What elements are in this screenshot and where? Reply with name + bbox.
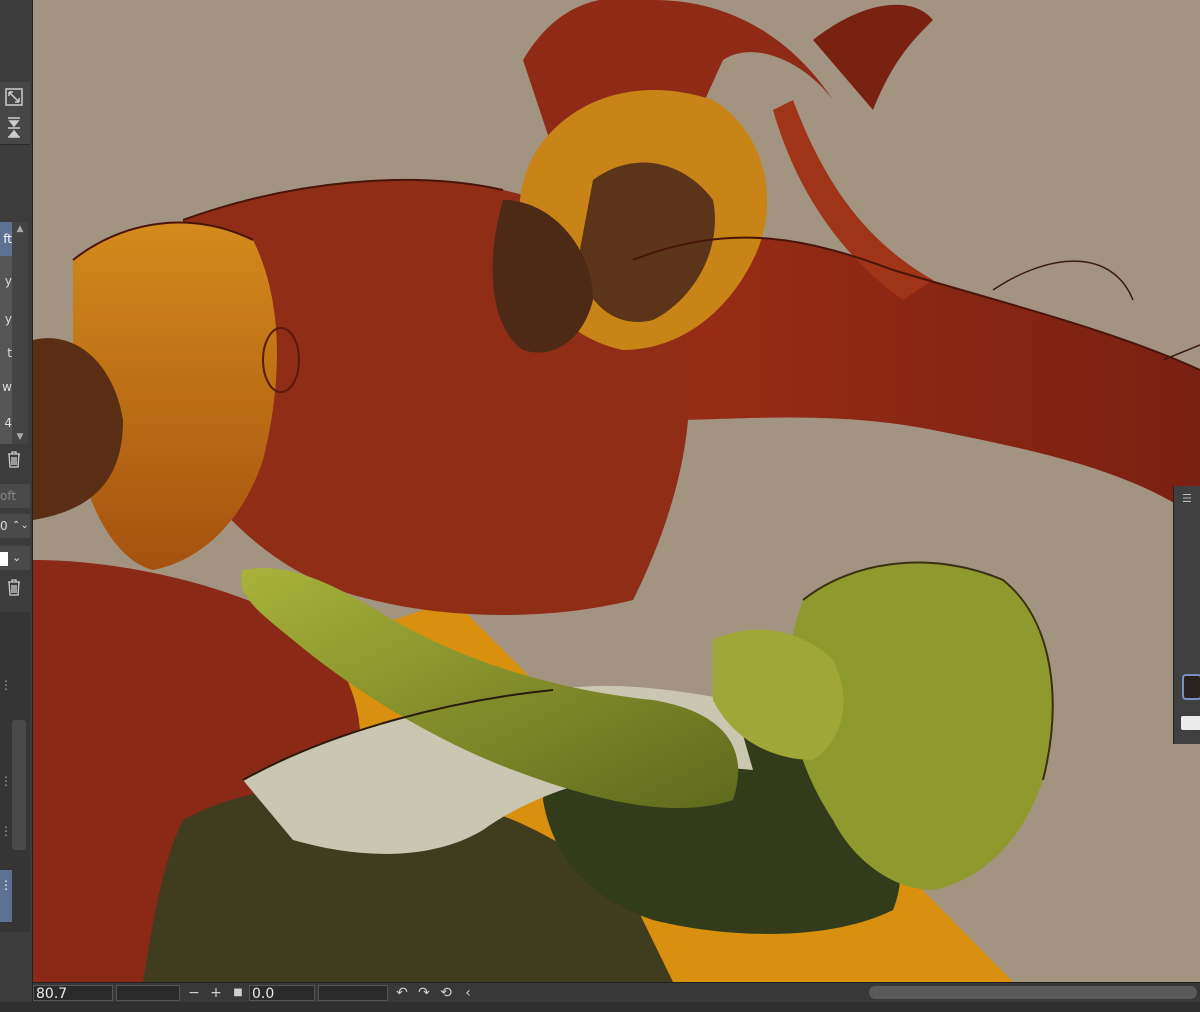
left-tool-panel: ft y y t w 4 ▲ ▼ oft 0 ⌃⌄ ⌄ ⋮ ⋮ ⋮ ⋮	[0, 0, 33, 1012]
drag-handle-icon[interactable]: ⋮	[0, 879, 12, 891]
stepper-value: 0	[0, 519, 8, 533]
layer-list: ft y y t w 4	[0, 222, 12, 444]
zoom-slider[interactable]	[116, 985, 180, 1001]
list-item[interactable]: ft	[0, 222, 12, 256]
list-item[interactable]: y	[0, 302, 12, 336]
expand-icon[interactable]	[4, 88, 24, 108]
drag-handle-icon[interactable]: ⋮	[0, 825, 12, 837]
layer-list-scrollbar[interactable]: ▲ ▼	[12, 222, 28, 444]
merge-down-icon[interactable]	[4, 116, 24, 138]
rotation-field[interactable]: 0.0	[249, 985, 315, 1002]
trash-icon[interactable]	[4, 450, 24, 472]
collapse-icon[interactable]: ‹	[457, 984, 479, 1002]
color-chip	[0, 551, 8, 566]
chevron-down-icon[interactable]: ⌄	[12, 546, 21, 570]
panel-scrollbar[interactable]	[12, 720, 26, 850]
trash-icon[interactable]	[4, 578, 24, 600]
bottom-edge	[0, 1002, 1200, 1012]
list-item[interactable]: 4	[0, 406, 12, 440]
list-item[interactable]: t	[0, 336, 12, 370]
color-dropdown[interactable]: ⌄	[0, 546, 30, 570]
list-item[interactable]: y	[0, 264, 12, 298]
zoom-field[interactable]: 80.7	[33, 985, 113, 1002]
reset-rotation-icon[interactable]: ⟲	[435, 984, 457, 1002]
drag-handle-icon[interactable]: ⋮	[0, 775, 12, 787]
stop-icon[interactable]: ■	[227, 984, 249, 1002]
list-item[interactable]: w	[0, 370, 12, 404]
rotate-ccw-icon[interactable]: ↶	[391, 984, 413, 1002]
menu-icon[interactable]: ☰	[1182, 492, 1198, 506]
main-color-swatch[interactable]	[1182, 674, 1200, 700]
color-panel: ☰	[1173, 486, 1200, 744]
status-bar: 80.7 − + ■ 0.0 ↶ ↷ ⟲ ‹	[33, 982, 1200, 1003]
horizontal-scrollbar[interactable]	[869, 986, 1197, 999]
drawing-canvas[interactable]	[33, 0, 1200, 982]
sub-color-swatch[interactable]	[1181, 716, 1200, 730]
value-stepper[interactable]: 0 ⌃⌄	[0, 514, 30, 538]
zoom-in-button[interactable]: +	[205, 984, 227, 1002]
rotate-cw-icon[interactable]: ↷	[413, 984, 435, 1002]
chevron-down-icon[interactable]: ▼	[12, 430, 28, 444]
stepper-arrows-icon[interactable]: ⌃⌄	[12, 514, 29, 538]
rotation-slider[interactable]	[318, 985, 388, 1001]
chevron-up-icon[interactable]: ▲	[12, 222, 28, 236]
navigator-controls	[0, 82, 30, 145]
zoom-out-button[interactable]: −	[183, 984, 205, 1002]
brush-name-field: oft	[0, 484, 30, 508]
drag-handle-icon[interactable]: ⋮	[0, 679, 12, 691]
artwork	[33, 0, 1200, 982]
